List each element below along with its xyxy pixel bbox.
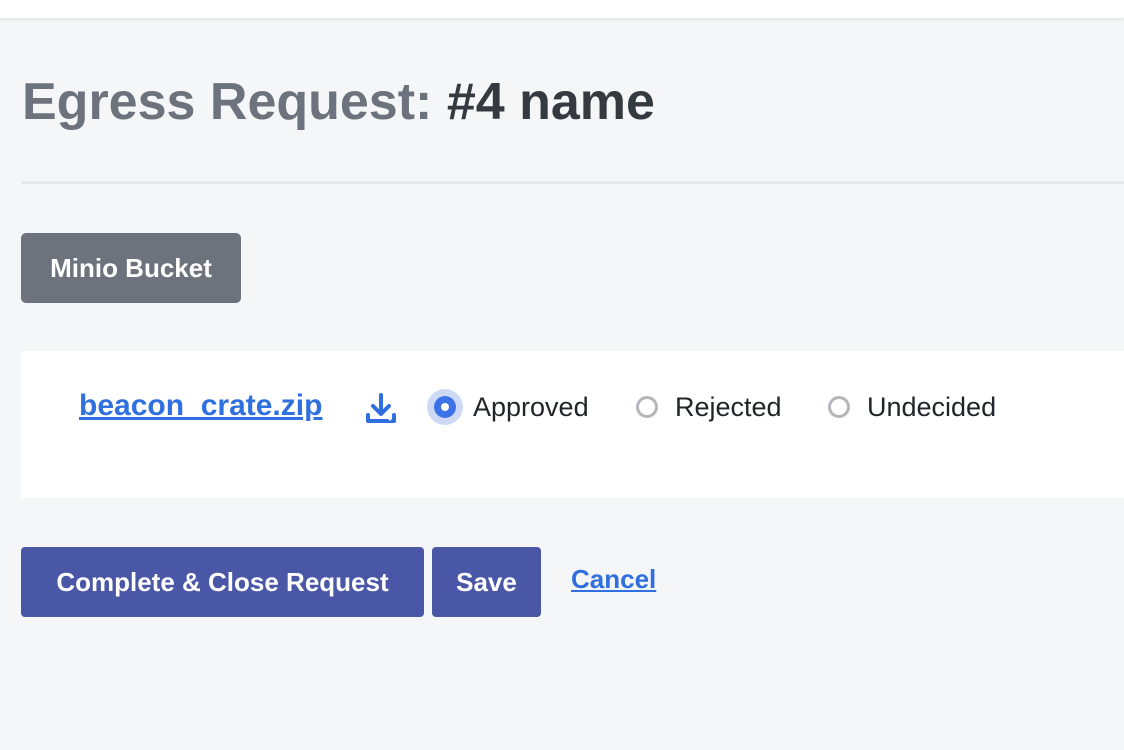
header-divider [21,181,1124,184]
radio-approved-label: Approved [473,391,589,422]
cancel-link[interactable]: Cancel [571,564,656,595]
radio-approved-button[interactable] [434,396,456,418]
file-link[interactable]: beacon_crate.zip [79,389,322,423]
complete-close-request-button[interactable]: Complete & Close Request [21,547,424,617]
file-list-panel: beacon_crate.zip Approved Rejected Undec… [21,351,1124,498]
radio-rejected-button[interactable] [636,396,658,418]
radio-undecided[interactable]: Undecided [828,385,996,429]
radio-undecided-button[interactable] [828,396,850,418]
minio-bucket-button[interactable]: Minio Bucket [21,233,241,303]
radio-approved[interactable]: Approved [434,385,589,429]
top-navbar [0,0,1124,18]
page-title-prefix: Egress Request: [22,73,433,131]
save-button[interactable]: Save [432,547,541,617]
radio-rejected-label: Rejected [675,391,782,422]
request-name: #4 name [446,73,655,131]
radio-undecided-label: Undecided [867,391,997,422]
page-title: Egress Request: #4 name [22,68,655,136]
radio-rejected[interactable]: Rejected [636,385,782,429]
download-icon[interactable] [363,391,399,427]
